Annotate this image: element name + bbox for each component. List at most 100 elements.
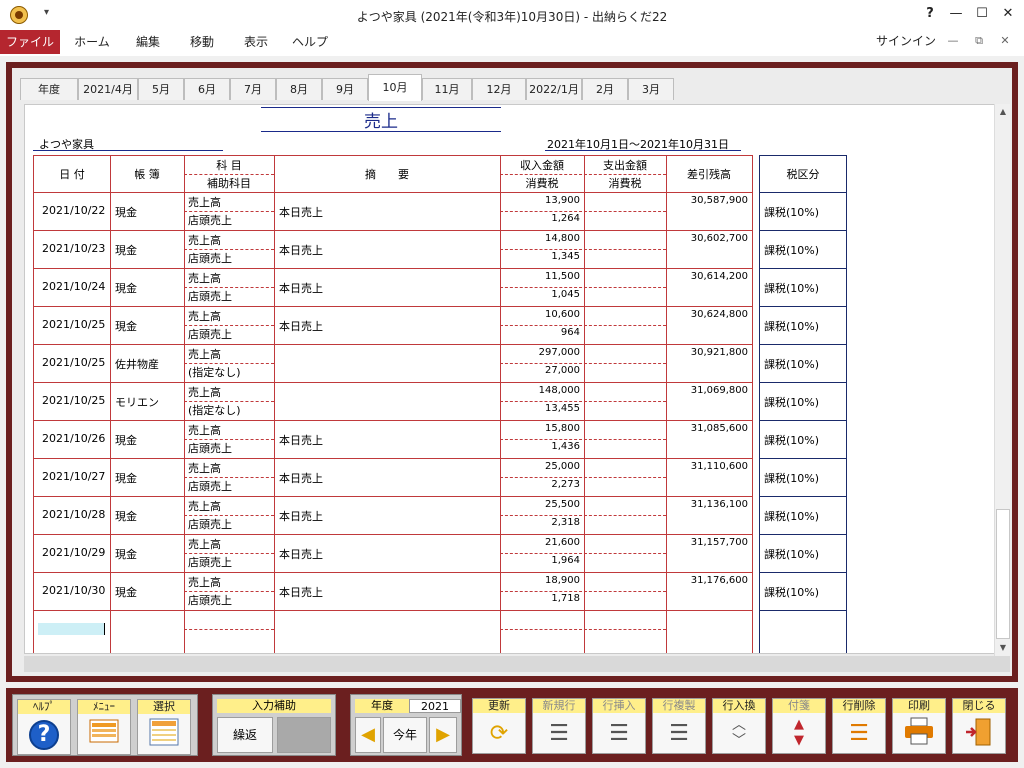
row-income[interactable]: 25,500 bbox=[500, 499, 580, 510]
row-sub-account[interactable]: 店頭売上 bbox=[188, 440, 232, 456]
row-date[interactable]: 2021/10/22 bbox=[42, 204, 105, 217]
row-date[interactable]: 2021/10/24 bbox=[42, 280, 105, 293]
row-income[interactable]: 15,800 bbox=[500, 423, 580, 434]
row-tax-class[interactable]: 課税(10%) bbox=[764, 242, 819, 258]
row-tax-class[interactable]: 課税(10%) bbox=[764, 584, 819, 600]
row-income[interactable]: 18,900 bbox=[500, 575, 580, 586]
scroll-up-icon[interactable]: ▲ bbox=[997, 106, 1009, 118]
row-date[interactable]: 2021/10/26 bbox=[42, 432, 105, 445]
row-date[interactable]: 2021/10/25 bbox=[42, 394, 105, 407]
doc-close-button[interactable]: ✕ bbox=[996, 34, 1014, 47]
menu-file[interactable]: ファイル bbox=[0, 30, 60, 54]
tab-12[interactable]: 3月 bbox=[628, 78, 674, 100]
menu-move[interactable]: 移動 bbox=[178, 30, 226, 54]
row-summary[interactable]: 本日売上 bbox=[279, 584, 323, 600]
row-book[interactable]: 現金 bbox=[115, 508, 137, 524]
row-book[interactable]: 現金 bbox=[115, 318, 137, 334]
row-book[interactable]: 佐井物産 bbox=[115, 356, 159, 372]
row-income-tax[interactable]: 1,718 bbox=[500, 593, 580, 604]
row-book[interactable]: 現金 bbox=[115, 204, 137, 220]
row-account[interactable]: 売上高 bbox=[188, 346, 221, 362]
row-sub-account[interactable]: 店頭売上 bbox=[188, 554, 232, 570]
delete-row-button[interactable]: 行削除 ☰ bbox=[832, 698, 886, 754]
input-assist-blank-button[interactable] bbox=[277, 717, 331, 753]
row-book[interactable]: 現金 bbox=[115, 584, 137, 600]
row-book[interactable]: 現金 bbox=[115, 242, 137, 258]
tab-4[interactable]: 7月 bbox=[230, 78, 276, 100]
row-sub-account[interactable]: 店頭売上 bbox=[188, 212, 232, 228]
update-button[interactable]: 更新 ⟳ bbox=[472, 698, 526, 754]
row-summary[interactable]: 本日売上 bbox=[279, 204, 323, 220]
row-book[interactable]: モリエン bbox=[115, 394, 159, 410]
row-income-tax[interactable]: 2,318 bbox=[500, 517, 580, 528]
row-sub-account[interactable]: 店頭売上 bbox=[188, 250, 232, 266]
row-date[interactable]: 2021/10/23 bbox=[42, 242, 105, 255]
row-account[interactable]: 売上高 bbox=[188, 308, 221, 324]
row-sub-account[interactable]: 店頭売上 bbox=[188, 592, 232, 608]
row-book[interactable]: 現金 bbox=[115, 470, 137, 486]
row-income-tax[interactable]: 1,045 bbox=[500, 289, 580, 300]
print-button[interactable]: 印刷 bbox=[892, 698, 946, 754]
row-summary[interactable]: 本日売上 bbox=[279, 242, 323, 258]
row-tax-class[interactable]: 課税(10%) bbox=[764, 470, 819, 486]
row-income-tax[interactable]: 1,345 bbox=[500, 251, 580, 262]
tag-button[interactable]: 付箋 ▲ ▼ bbox=[772, 698, 826, 754]
row-account[interactable]: 売上高 bbox=[188, 498, 221, 514]
vertical-scrollbar[interactable]: ▲ ▼ bbox=[994, 104, 1010, 656]
swap-row-button[interactable]: 行入換 ︿ ﹀ bbox=[712, 698, 766, 754]
row-account[interactable]: 売上高 bbox=[188, 232, 221, 248]
copy-row-button[interactable]: 行複製 ☰ bbox=[652, 698, 706, 754]
tab-10[interactable]: 2022/1月 bbox=[526, 78, 582, 100]
row-sub-account[interactable]: (指定なし) bbox=[188, 364, 241, 380]
row-tax-class[interactable]: 課税(10%) bbox=[764, 546, 819, 562]
row-book[interactable]: 現金 bbox=[115, 280, 137, 296]
help-button[interactable]: ? bbox=[920, 6, 940, 24]
row-income[interactable]: 25,000 bbox=[500, 461, 580, 472]
scroll-down-icon[interactable]: ▼ bbox=[997, 642, 1009, 654]
row-account[interactable]: 売上高 bbox=[188, 384, 221, 400]
row-book[interactable]: 現金 bbox=[115, 546, 137, 562]
row-account[interactable]: 売上高 bbox=[188, 194, 221, 210]
row-date[interactable]: 2021/10/25 bbox=[42, 318, 105, 331]
menu-home[interactable]: ホーム bbox=[66, 30, 118, 54]
row-income-tax[interactable]: 1,264 bbox=[500, 213, 580, 224]
new-entry-date-input[interactable] bbox=[38, 623, 104, 635]
row-account[interactable]: 売上高 bbox=[188, 460, 221, 476]
minimize-button[interactable]: — bbox=[946, 6, 966, 24]
row-date[interactable]: 2021/10/30 bbox=[42, 584, 105, 597]
tab-6[interactable]: 9月 bbox=[322, 78, 368, 100]
row-account[interactable]: 売上高 bbox=[188, 270, 221, 286]
row-income[interactable]: 11,500 bbox=[500, 271, 580, 282]
row-income-tax[interactable]: 964 bbox=[500, 327, 580, 338]
row-tax-class[interactable]: 課税(10%) bbox=[764, 432, 819, 448]
row-date[interactable]: 2021/10/28 bbox=[42, 508, 105, 521]
row-date[interactable]: 2021/10/25 bbox=[42, 356, 105, 369]
horizontal-scrollbar[interactable] bbox=[24, 656, 1010, 672]
tab-2[interactable]: 5月 bbox=[138, 78, 184, 100]
row-sub-account[interactable]: 店頭売上 bbox=[188, 288, 232, 304]
tab-3[interactable]: 6月 bbox=[184, 78, 230, 100]
tab-9[interactable]: 12月 bbox=[472, 78, 526, 100]
menu-edit[interactable]: 編集 bbox=[124, 30, 172, 54]
row-account[interactable]: 売上高 bbox=[188, 574, 221, 590]
menu-tool-button[interactable]: ﾒﾆｭｰ bbox=[77, 699, 131, 755]
next-year-icon[interactable]: ▶ bbox=[429, 717, 457, 753]
signin-link[interactable]: サインイン bbox=[876, 32, 936, 49]
new-row-button[interactable]: 新規行 ☰ bbox=[532, 698, 586, 754]
row-income-tax[interactable]: 27,000 bbox=[500, 365, 580, 376]
row-tax-class[interactable]: 課税(10%) bbox=[764, 204, 819, 220]
this-year-button[interactable]: 今年 bbox=[383, 717, 427, 753]
doc-minimize-button[interactable]: — bbox=[944, 34, 962, 47]
help-tool-button[interactable]: ﾍﾙﾌﾟ ? bbox=[17, 699, 71, 755]
close-tool-button[interactable]: 閉じる bbox=[952, 698, 1006, 754]
row-book[interactable]: 現金 bbox=[115, 432, 137, 448]
row-income-tax[interactable]: 1,964 bbox=[500, 555, 580, 566]
prev-year-icon[interactable]: ◀ bbox=[355, 717, 381, 753]
scroll-thumb[interactable] bbox=[996, 509, 1010, 639]
row-income[interactable]: 297,000 bbox=[500, 347, 580, 358]
row-tax-class[interactable]: 課税(10%) bbox=[764, 318, 819, 334]
row-date[interactable]: 2021/10/27 bbox=[42, 470, 105, 483]
row-tax-class[interactable]: 課税(10%) bbox=[764, 356, 819, 372]
row-summary[interactable]: 本日売上 bbox=[279, 508, 323, 524]
tab-0[interactable]: 年度 bbox=[20, 78, 78, 100]
